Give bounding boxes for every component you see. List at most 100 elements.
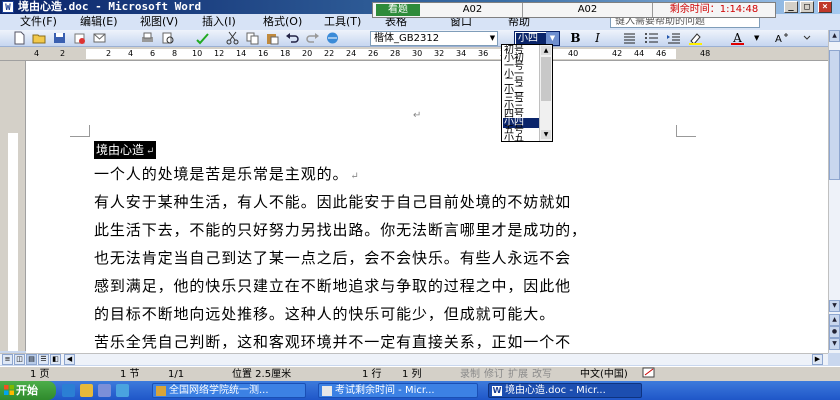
previous-page-icon[interactable]: ▲ bbox=[829, 314, 840, 326]
status-ext[interactable]: 扩展 bbox=[508, 367, 528, 382]
menu-view[interactable]: 视图(V) bbox=[140, 14, 178, 30]
document-line[interactable]: 感到满足，他的快乐只建立在不断地追求与争取的过程之中，因此他 bbox=[94, 275, 571, 296]
print-icon[interactable] bbox=[140, 31, 155, 45]
svg-text:A: A bbox=[775, 34, 782, 45]
spelling-icon[interactable] bbox=[195, 31, 210, 45]
ruler-label: 48 bbox=[700, 49, 711, 58]
char-scale-icon[interactable]: A bbox=[774, 31, 789, 45]
app-quicklaunch-icon[interactable] bbox=[116, 384, 129, 397]
document-line[interactable]: 也无法肯定当自己到达了某一点之后，会不会快乐。有些人永远不会 bbox=[94, 247, 571, 268]
horizontal-scrollbar[interactable]: ≡ ◫ ▤ ☰ ◧ ◀ ▶ bbox=[0, 353, 828, 365]
vertical-scrollbar[interactable]: ▲ ▼ ▲ ● ▼ bbox=[828, 30, 840, 353]
scroll-thumb[interactable] bbox=[829, 50, 840, 180]
paste-icon[interactable] bbox=[265, 31, 280, 45]
task-label: 境由心造.doc - Micr... bbox=[505, 385, 606, 396]
reading-view-icon[interactable]: ◧ bbox=[50, 354, 61, 365]
status-rec[interactable]: 录制 bbox=[460, 367, 480, 382]
bold-button[interactable]: B bbox=[568, 31, 583, 45]
hyperlink-icon[interactable] bbox=[325, 31, 340, 45]
ruler-label: 2 bbox=[60, 49, 66, 58]
ruler-label: 12 bbox=[214, 49, 225, 58]
dropdown-scroll-thumb[interactable] bbox=[541, 57, 551, 101]
dropdown-scroll-down-icon[interactable]: ▼ bbox=[541, 130, 551, 139]
scroll-left-icon[interactable]: ◀ bbox=[64, 354, 75, 365]
menu-insert[interactable]: 插入(I) bbox=[202, 14, 236, 30]
scroll-down-icon[interactable]: ▼ bbox=[829, 300, 840, 312]
normal-view-icon[interactable]: ≡ bbox=[2, 354, 13, 365]
ie-quicklaunch-icon[interactable] bbox=[62, 384, 75, 397]
select-browse-object-icon[interactable]: ● bbox=[829, 326, 840, 338]
word-app-icon[interactable]: W bbox=[2, 1, 14, 13]
taskbar-item-timer[interactable]: 考试剩余时间 - Micr... bbox=[318, 383, 478, 398]
horizontal-ruler[interactable]: 4 2 2 4 6 8 10 12 14 16 18 20 22 24 26 2… bbox=[0, 47, 828, 61]
document-line[interactable]: 此生活下去，不能的只好努力另找出路。你无法断言哪里才是成功的， bbox=[94, 219, 587, 240]
paragraph-mark: ↵ bbox=[146, 146, 155, 157]
cut-icon[interactable] bbox=[225, 31, 240, 45]
dropdown-scroll-up-icon[interactable]: ▲ bbox=[541, 46, 551, 55]
menu-edit[interactable]: 编辑(E) bbox=[80, 14, 118, 30]
ruler-label: 6 bbox=[150, 49, 156, 58]
maximize-button[interactable]: □ bbox=[800, 1, 814, 13]
scroll-right-icon[interactable]: ▶ bbox=[812, 354, 823, 365]
new-icon[interactable] bbox=[12, 31, 27, 45]
bullets-icon[interactable] bbox=[644, 31, 659, 45]
outline-view-icon[interactable]: ☰ bbox=[38, 354, 49, 365]
line-text: 感到满足，他的快乐只建立在不断地追求与争取的过程之中，因此他 bbox=[94, 277, 572, 295]
document-line[interactable]: 一个人的处境是苦是乐常是主观的。 ↵ bbox=[94, 163, 360, 184]
font-color-dropdown-icon[interactable]: ▼ bbox=[754, 31, 769, 45]
copy-icon[interactable] bbox=[245, 31, 260, 45]
font-size-value: 小四 bbox=[516, 33, 546, 44]
next-page-icon[interactable]: ▼ bbox=[829, 338, 840, 350]
document-line[interactable]: 苦乐全凭自己判断，这和客观环境并不一定有直接关系，正如一个不 bbox=[94, 331, 571, 352]
italic-button[interactable]: I bbox=[590, 31, 605, 45]
font-name-dropdown-icon[interactable]: ▼ bbox=[488, 32, 497, 44]
font-size-option[interactable]: 小五 bbox=[503, 134, 539, 142]
ruler-label: 16 bbox=[258, 49, 269, 58]
document-line[interactable]: 有人安于某种生活，有人不能。因此能安于自己目前处境的不妨就如 bbox=[94, 191, 571, 212]
dropdown-scrollbar[interactable]: ▲ ▼ bbox=[539, 45, 552, 141]
document-page[interactable]: ↵ 境由心造 ↵ 一个人的处境是苦是乐常是主观的。 ↵ 有人安于某种生活，有人不能。… bbox=[26, 61, 828, 353]
toolbar-options-icon[interactable] bbox=[800, 31, 815, 45]
close-button[interactable]: × bbox=[818, 1, 832, 13]
indent-icon[interactable] bbox=[666, 31, 681, 45]
menu-tools[interactable]: 工具(T) bbox=[324, 14, 361, 30]
status-ovr[interactable]: 改写 bbox=[532, 367, 552, 382]
save-icon[interactable] bbox=[52, 31, 67, 45]
document-area: ↵ 境由心造 ↵ 一个人的处境是苦是乐常是主观的。 ↵ 有人安于某种生活，有人不能。… bbox=[26, 61, 828, 353]
font-color-button[interactable]: A bbox=[730, 31, 745, 45]
taskbar-item-word[interactable]: W 境由心造.doc - Micr... bbox=[488, 383, 642, 398]
media-quicklaunch-icon[interactable] bbox=[98, 384, 111, 397]
email-icon[interactable] bbox=[92, 31, 107, 45]
scroll-up-icon[interactable]: ▲ bbox=[829, 30, 840, 42]
word-window: W 境由心造.doc - Microsoft Word _ □ × 文件(F) … bbox=[0, 0, 840, 400]
font-size-dropdown-list[interactable]: 初号 小初 一号 小一 二号 小二 三号 小三 四号 小四 五号 小五 ▲ ▼ bbox=[501, 44, 553, 142]
status-language: 中文(中国) bbox=[580, 369, 628, 380]
remaining-time: 剩余时间：1:14:48 bbox=[669, 4, 759, 15]
web-view-icon[interactable]: ◫ bbox=[14, 354, 25, 365]
start-label: 开始 bbox=[16, 384, 38, 397]
permission-icon[interactable] bbox=[72, 31, 87, 45]
vertical-ruler[interactable] bbox=[0, 61, 26, 351]
open-icon[interactable] bbox=[32, 31, 47, 45]
print-layout-icon[interactable]: ▤ bbox=[26, 354, 37, 365]
desktop-quicklaunch-icon[interactable] bbox=[80, 384, 93, 397]
highlight-icon[interactable] bbox=[688, 31, 703, 45]
status-trk[interactable]: 修订 bbox=[484, 367, 504, 382]
view-question-button[interactable]: 看题 bbox=[376, 4, 420, 16]
menu-format[interactable]: 格式(O) bbox=[263, 14, 302, 30]
minimize-button[interactable]: _ bbox=[784, 1, 798, 13]
redo-icon[interactable] bbox=[305, 31, 320, 45]
document-line[interactable]: 的目标不断地向远处推移。这种人的快乐可能少，但成就可能大。 bbox=[94, 303, 555, 324]
print-preview-icon[interactable] bbox=[160, 31, 175, 45]
start-button[interactable]: 开始 bbox=[0, 381, 56, 400]
exam-app-icon bbox=[156, 386, 166, 396]
align-justify-icon[interactable] bbox=[622, 31, 637, 45]
taskbar-item-exam[interactable]: 全国网络学院统一测... bbox=[152, 383, 306, 398]
menu-file[interactable]: 文件(F) bbox=[20, 14, 57, 30]
font-name-box[interactable]: 楷体_GB2312 bbox=[370, 31, 498, 46]
ruler-label: 26 bbox=[368, 49, 379, 58]
line-text: 一个人的处境是苦是乐常是主观的。 bbox=[94, 165, 349, 183]
undo-icon[interactable] bbox=[285, 31, 300, 45]
ruler-label: 10 bbox=[192, 49, 203, 58]
document-heading-selected[interactable]: 境由心造 ↵ bbox=[94, 141, 157, 159]
